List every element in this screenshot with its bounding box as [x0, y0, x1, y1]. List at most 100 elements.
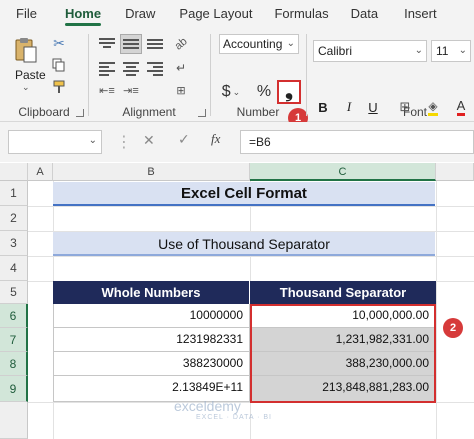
- borders-button[interactable]: ⊞: [396, 98, 414, 116]
- italic-button[interactable]: I: [340, 98, 358, 116]
- cell-c8[interactable]: 388,230,000.00: [250, 352, 436, 376]
- clipboard-group-label: Clipboard: [18, 105, 70, 119]
- orientation-button[interactable]: ab: [170, 34, 192, 54]
- bold-icon: B: [318, 99, 328, 115]
- dollar-icon: $: [221, 83, 231, 100]
- row-header-10[interactable]: [0, 402, 28, 439]
- decrease-indent-icon: ⇤≡: [99, 84, 115, 97]
- tab-home[interactable]: Home: [64, 0, 102, 28]
- align-right-button[interactable]: [144, 58, 166, 78]
- fill-bucket-icon: ◈: [428, 99, 438, 116]
- scissors-icon: ✂: [53, 34, 65, 51]
- row-header-3[interactable]: 3: [0, 231, 28, 256]
- row-header-1[interactable]: 1: [0, 181, 28, 206]
- row-header-9[interactable]: 9: [0, 376, 28, 402]
- column-header-d[interactable]: [436, 163, 474, 181]
- alignment-launcher-icon[interactable]: [198, 109, 206, 117]
- paste-button[interactable]: Paste ⌄: [6, 32, 46, 92]
- font-name-select[interactable]: Calibri ⌄: [313, 40, 427, 62]
- orientation-icon: ab: [172, 35, 190, 53]
- clipboard-group: Paste ⌄ ✂ Clipboard: [0, 28, 88, 122]
- column-header-b[interactable]: B: [53, 163, 250, 181]
- wrap-text-button[interactable]: ↵: [170, 58, 192, 78]
- copy-icon: [52, 58, 65, 72]
- select-all-corner[interactable]: [0, 163, 28, 181]
- font-color-button[interactable]: A: [452, 98, 470, 116]
- clipboard-launcher-icon[interactable]: [76, 109, 84, 117]
- name-box[interactable]: ⌄: [8, 130, 102, 154]
- row-header-7[interactable]: 7: [0, 328, 28, 352]
- align-right-icon: [147, 61, 163, 76]
- ribbon: Paste ⌄ ✂ Clipboard ab ↵ ⇤≡ ⇥≡ ⊞ Alignme…: [0, 28, 474, 128]
- bottom-align-button[interactable]: [144, 34, 166, 54]
- copy-button[interactable]: [50, 56, 68, 74]
- tab-page-layout[interactable]: Page Layout: [179, 0, 252, 28]
- cell-b7[interactable]: 1231982331: [53, 328, 250, 352]
- formula-input[interactable]: =B6: [240, 130, 474, 154]
- bottom-align-icon: [147, 37, 163, 51]
- alignment-group: ab ↵ ⇤≡ ⇥≡ ⊞ Alignment: [88, 28, 210, 122]
- insert-function-button[interactable]: fx: [211, 131, 220, 147]
- cell-b8[interactable]: 388230000: [53, 352, 250, 376]
- cancel-entry-icon[interactable]: ✕: [143, 132, 155, 149]
- header-thousand-separator[interactable]: Thousand Separator: [250, 281, 436, 304]
- bold-button[interactable]: B: [314, 98, 332, 116]
- callout-badge-2: 2: [443, 318, 463, 338]
- row-header-6[interactable]: 6: [0, 304, 28, 328]
- gridline: [28, 256, 474, 257]
- paste-label: Paste: [15, 68, 46, 82]
- merge-icon: ⊞: [176, 84, 186, 97]
- italic-icon: I: [346, 99, 352, 114]
- chevron-down-icon: ⌄: [232, 86, 241, 97]
- column-header-c[interactable]: C: [250, 163, 436, 181]
- row-header-4[interactable]: 4: [0, 256, 28, 281]
- tab-file[interactable]: File: [16, 0, 37, 28]
- middle-align-icon: [123, 37, 139, 51]
- column-header-a[interactable]: A: [28, 163, 53, 181]
- row-header-2[interactable]: 2: [0, 206, 28, 231]
- watermark-name: exceldemy: [174, 398, 241, 414]
- chevron-down-icon[interactable]: ⌄: [89, 135, 97, 146]
- gridline: [28, 206, 474, 207]
- chevron-down-icon: ⌄: [286, 38, 295, 49]
- row-header-5[interactable]: 5: [0, 281, 28, 304]
- cut-button[interactable]: ✂: [50, 34, 68, 52]
- tab-data[interactable]: Data: [351, 0, 378, 28]
- decrease-indent-button[interactable]: ⇤≡: [96, 82, 118, 98]
- tab-formulas[interactable]: Formulas: [274, 0, 328, 28]
- formula-bar: ⌄ ⋮ ✕ ✓ fx =B6: [0, 122, 474, 162]
- align-left-icon: [99, 61, 115, 76]
- middle-align-button[interactable]: [120, 34, 142, 54]
- percent-style-button[interactable]: %: [254, 82, 274, 102]
- header-whole-numbers[interactable]: Whole Numbers: [53, 281, 250, 304]
- sheet-subtitle[interactable]: Use of Thousand Separator: [53, 232, 435, 256]
- comma-style-button[interactable]: ❟: [277, 80, 301, 104]
- cell-b6[interactable]: 10000000: [53, 304, 250, 328]
- row-header-8[interactable]: 8: [0, 352, 28, 376]
- wrap-text-icon: ↵: [175, 61, 187, 75]
- number-format-select[interactable]: Accounting ⌄: [219, 34, 299, 54]
- merge-center-button[interactable]: ⊞: [170, 82, 192, 98]
- format-painter-button[interactable]: [50, 78, 68, 96]
- underline-button[interactable]: U: [364, 98, 382, 116]
- fill-color-button[interactable]: ◈: [424, 98, 442, 116]
- confirm-entry-icon[interactable]: ✓: [178, 131, 190, 148]
- align-center-button[interactable]: [120, 58, 142, 78]
- font-size-value: 11: [436, 44, 449, 58]
- currency-format-button[interactable]: $ ⌄: [220, 82, 242, 102]
- chevron-down-icon: ⌄: [414, 45, 423, 56]
- increase-indent-button[interactable]: ⇥≡: [120, 82, 142, 98]
- formula-bar-grip-icon: ⋮: [116, 134, 132, 151]
- cell-c9[interactable]: 213,848,881,283.00: [250, 376, 436, 402]
- cell-c7[interactable]: 1,231,982,331.00: [250, 328, 436, 352]
- tab-insert[interactable]: Insert: [404, 0, 437, 28]
- watermark-tagline: EXCEL · DATA · BI: [196, 414, 272, 421]
- cell-c6[interactable]: 10,000,000.00: [250, 304, 436, 328]
- sheet-title[interactable]: Excel Cell Format: [53, 182, 435, 206]
- tab-draw[interactable]: Draw: [125, 0, 155, 28]
- gridline: [436, 181, 437, 439]
- font-size-select[interactable]: 11 ⌄: [431, 40, 471, 62]
- align-left-button[interactable]: [96, 58, 118, 78]
- top-align-button[interactable]: [96, 34, 118, 54]
- percent-icon: %: [256, 83, 272, 100]
